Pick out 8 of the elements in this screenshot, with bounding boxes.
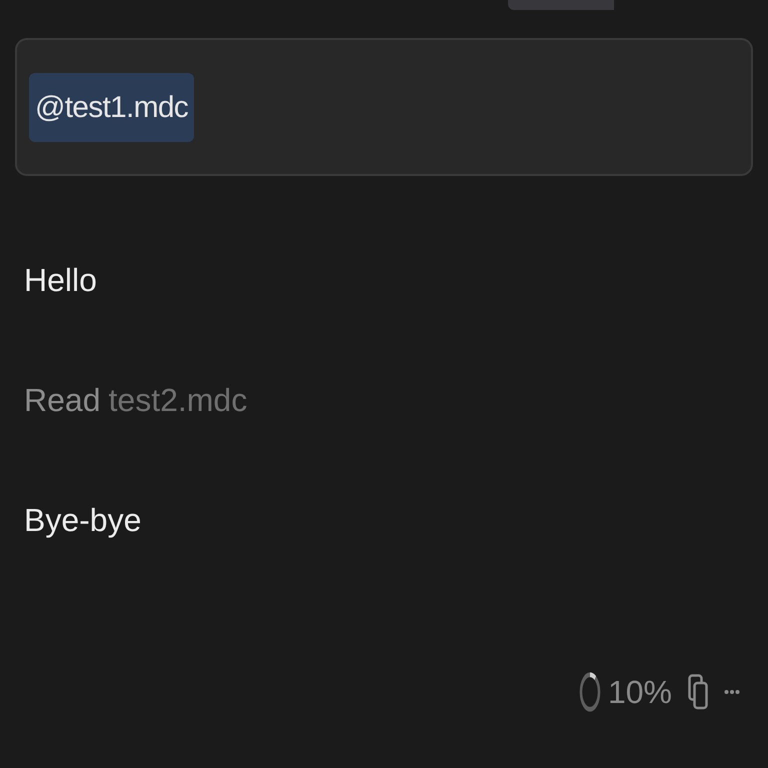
- message-text: Hello: [24, 261, 98, 296]
- copy-icon[interactable]: [688, 674, 708, 710]
- context-usage-text: 10%: [608, 673, 672, 712]
- tool-action-label: Read: [24, 381, 100, 416]
- chat-input-field[interactable]: @test1.mdc: [15, 38, 753, 176]
- file-mention-chip[interactable]: @test1.mdc: [29, 72, 194, 142]
- more-options-icon[interactable]: [724, 689, 740, 695]
- message-text: Bye-bye: [24, 501, 142, 536]
